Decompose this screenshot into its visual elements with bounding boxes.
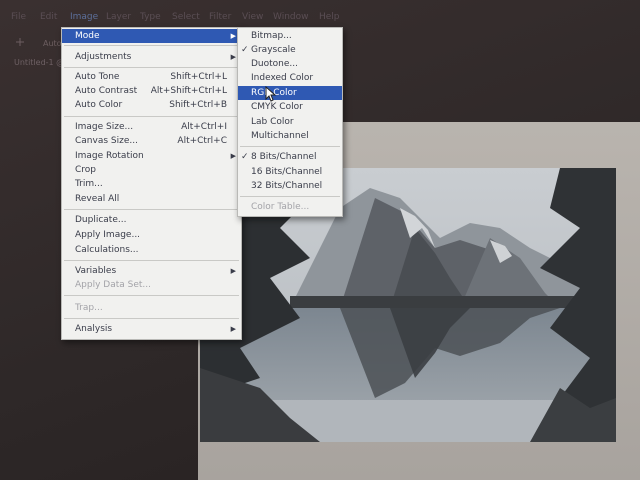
menu-item-calculations[interactable]: Calculations... [62,243,241,257]
menu-item-calculations-label: Calculations... [75,245,139,255]
mode-item-indexed-color[interactable]: Indexed Color [238,71,342,85]
menu-item-crop-label: Crop [75,165,97,175]
menu-item-image-size[interactable]: Image Size... Alt+Ctrl+I [62,120,241,134]
mode-item-32-bits[interactable]: 32 Bits/Channel [238,179,342,193]
menu-filter[interactable]: Filter [209,12,231,22]
mode-item-lab-color-label: Lab Color [251,117,294,127]
menu-item-image-rotation[interactable]: Image Rotation ▶ [62,149,241,163]
menu-item-apply-image-label: Apply Image... [75,230,141,240]
mode-item-rgb-color[interactable]: RGB Color [238,86,342,100]
mode-item-color-table: Color Table... [238,200,342,214]
menu-item-auto-color[interactable]: Auto Color Shift+Ctrl+B [62,98,241,112]
mode-item-multichannel[interactable]: Multichannel [238,129,342,143]
menu-window[interactable]: Window [273,12,309,22]
mode-item-bitmap[interactable]: Bitmap... [238,29,342,43]
shortcut-auto-color: Shift+Ctrl+B [169,100,227,110]
auto-select-option[interactable]: Auto [43,39,62,48]
menu-item-apply-data-set-label: Apply Data Set... [75,280,151,290]
shortcut-image-size: Alt+Ctrl+I [181,122,227,132]
submenu-arrow-icon: ▶ [230,32,236,40]
menu-item-adjustments[interactable]: Adjustments ▶ [62,50,241,64]
menu-image[interactable]: Image [70,12,98,22]
menu-separator [64,318,239,319]
menu-item-canvas-size[interactable]: Canvas Size... Alt+Ctrl+C [62,134,241,148]
menu-item-apply-image[interactable]: Apply Image... [62,228,241,242]
menu-item-image-size-label: Image Size... [75,122,134,132]
menu-file[interactable]: File [11,12,26,22]
menu-layer[interactable]: Layer [106,12,131,22]
move-tool-icon[interactable] [16,38,24,48]
menu-item-crop[interactable]: Crop [62,163,241,177]
menu-separator [64,67,239,68]
photoshop-window: File Edit Image Layer Type Select Filter… [0,0,640,480]
menu-select[interactable]: Select [172,12,200,22]
shortcut-canvas-size: Alt+Ctrl+C [177,136,227,146]
mode-item-32-bits-label: 32 Bits/Channel [251,181,323,191]
submenu-arrow-icon: ▶ [230,267,236,275]
menu-separator [64,209,239,210]
menu-item-trim-label: Trim... [75,179,103,189]
menu-item-variables-label: Variables [75,266,117,276]
mode-item-grayscale[interactable]: ✓ Grayscale [238,43,342,57]
menu-item-auto-tone-label: Auto Tone [75,72,120,82]
menu-item-trim[interactable]: Trim... [62,177,241,191]
shortcut-auto-tone: Shift+Ctrl+L [170,72,227,82]
mouse-pointer-icon [265,85,277,102]
menu-item-reveal-all[interactable]: Reveal All [62,192,241,206]
menu-item-analysis-label: Analysis [75,324,113,334]
shortcut-auto-contrast: Alt+Shift+Ctrl+L [150,86,227,96]
image-menu-dropdown: Mode ▶ Adjustments ▶ Auto Tone Shift+Ctr… [61,27,242,340]
mode-item-8-bits-label: 8 Bits/Channel [251,152,317,162]
menu-item-adjustments-label: Adjustments [75,52,132,62]
menu-bar: File Edit Image Layer Type Select Filter… [0,8,640,28]
mode-item-16-bits[interactable]: 16 Bits/Channel [238,165,342,179]
menu-item-duplicate-label: Duplicate... [75,215,127,225]
menu-type[interactable]: Type [140,12,161,22]
checkmark-icon: ✓ [241,45,249,55]
menu-edit[interactable]: Edit [40,12,57,22]
mode-item-cmyk-color[interactable]: CMYK Color [238,100,342,114]
mode-item-bitmap-label: Bitmap... [251,31,292,41]
menu-separator [64,260,239,261]
document-tab[interactable]: Untitled-1 @ [14,58,64,67]
menu-separator [240,196,340,197]
menu-item-apply-data-set: Apply Data Set... [62,278,241,292]
menu-item-duplicate[interactable]: Duplicate... [62,213,241,227]
menu-separator [64,295,239,296]
menu-help[interactable]: Help [319,12,340,22]
menu-separator [64,116,239,117]
mode-item-cmyk-color-label: CMYK Color [251,102,303,112]
menu-item-variables[interactable]: Variables ▶ [62,264,241,278]
menu-item-canvas-size-label: Canvas Size... [75,136,138,146]
menu-item-trap: Trap... [62,301,241,315]
mode-item-multichannel-label: Multichannel [251,131,309,141]
mode-item-8-bits[interactable]: ✓ 8 Bits/Channel [238,150,342,164]
submenu-arrow-icon: ▶ [230,325,236,333]
checkmark-icon: ✓ [241,152,249,162]
menu-separator [64,45,239,46]
menu-item-auto-tone[interactable]: Auto Tone Shift+Ctrl+L [62,70,241,84]
menu-item-reveal-all-label: Reveal All [75,194,120,204]
menu-item-trap-label: Trap... [75,303,103,313]
mode-item-grayscale-label: Grayscale [251,45,296,55]
menu-view[interactable]: View [242,12,263,22]
menu-item-mode-label: Mode [75,31,100,41]
menu-item-image-rotation-label: Image Rotation [75,151,144,161]
mode-item-16-bits-label: 16 Bits/Channel [251,167,323,177]
mode-item-indexed-color-label: Indexed Color [251,73,314,83]
menu-item-auto-contrast-label: Auto Contrast [75,86,138,96]
menu-item-auto-color-label: Auto Color [75,100,123,110]
menu-separator [240,146,340,147]
mode-item-color-table-label: Color Table... [251,202,310,212]
submenu-arrow-icon: ▶ [230,53,236,61]
submenu-arrow-icon: ▶ [230,152,236,160]
menu-item-analysis[interactable]: Analysis ▶ [62,322,241,336]
mode-submenu: Bitmap... ✓ Grayscale Duotone... Indexed… [237,27,343,217]
menu-item-mode[interactable]: Mode ▶ [62,29,241,43]
menu-item-auto-contrast[interactable]: Auto Contrast Alt+Shift+Ctrl+L [62,84,241,98]
mode-item-duotone[interactable]: Duotone... [238,57,342,71]
mode-item-lab-color[interactable]: Lab Color [238,115,342,129]
mode-item-duotone-label: Duotone... [251,59,298,69]
